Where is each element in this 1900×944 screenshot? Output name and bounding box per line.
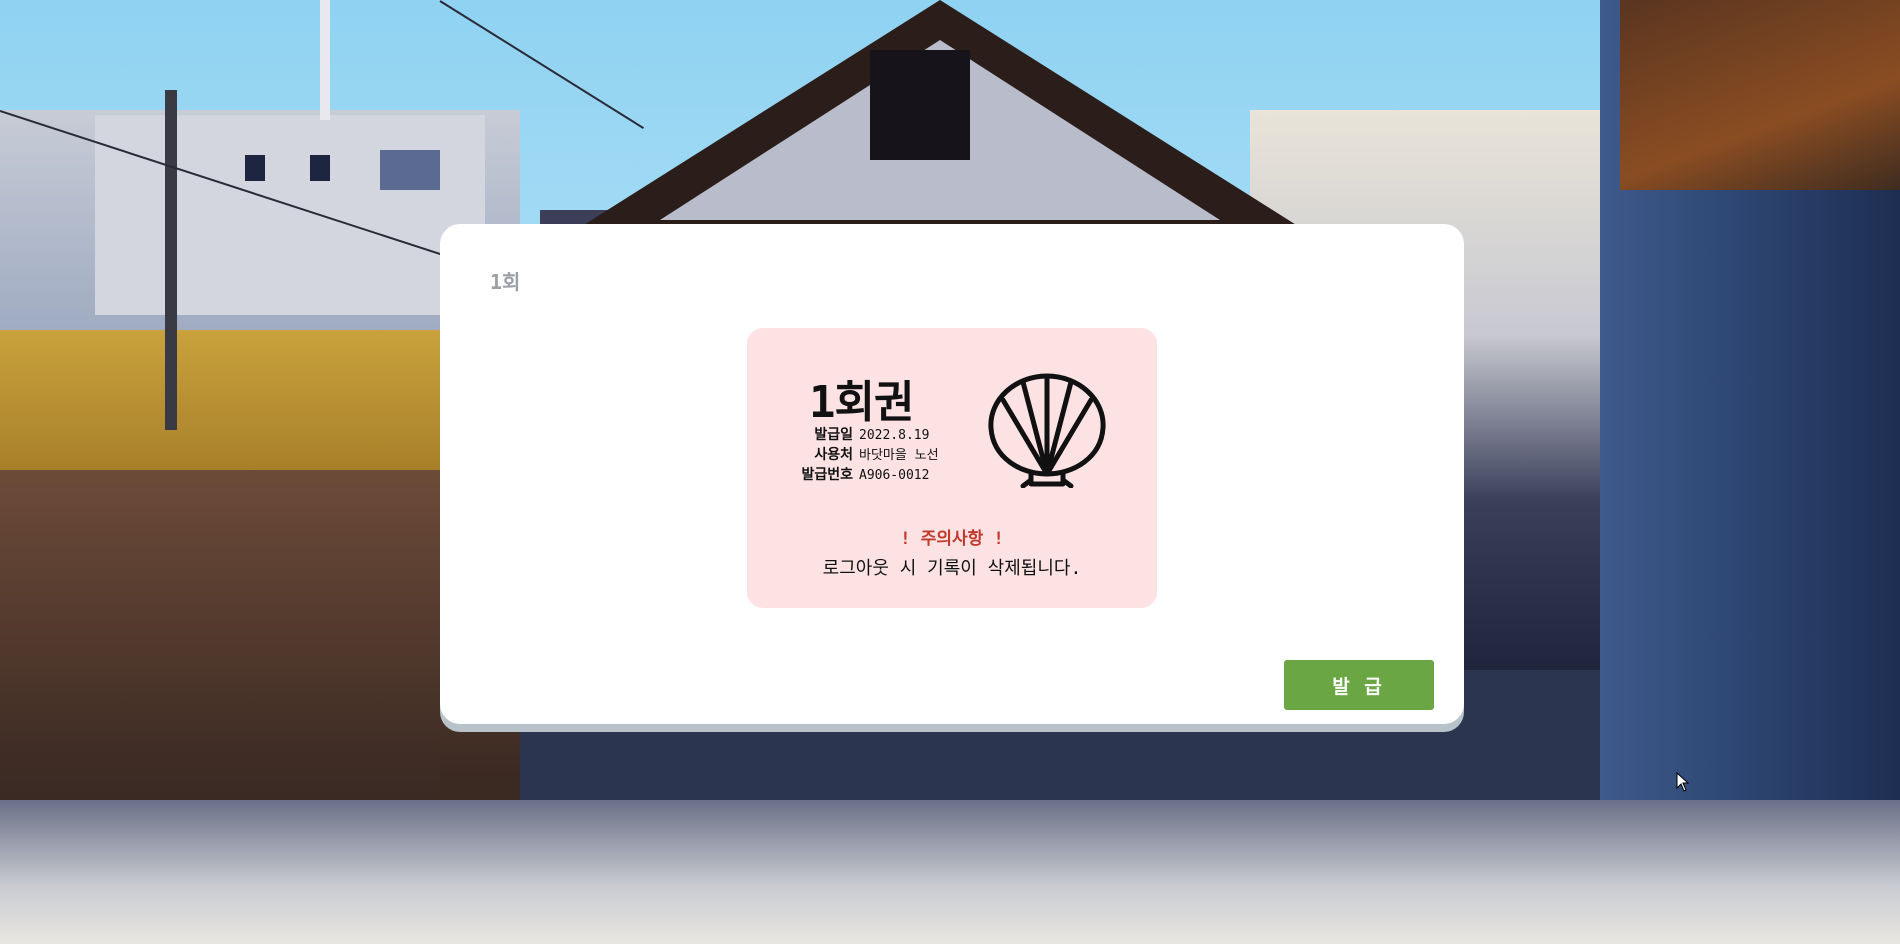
ticket-info-usage-place: 사용처 바닷마을 노선 (787, 444, 939, 464)
background-gable-window (870, 50, 970, 160)
ticket-info-issue-date: 발급일 2022.8.19 (787, 424, 929, 444)
ticket-info-value: A906-0012 (859, 468, 930, 483)
background-window (245, 155, 265, 181)
ticket-card: 1회권 발급일 2022.8.19 사용처 바닷마을 노선 발급번호 A906-001… (747, 328, 1157, 608)
shell-icon (988, 373, 1106, 488)
background-building-upper (95, 115, 485, 315)
background-window (380, 150, 440, 190)
ticket-info-label: 발급일 (814, 427, 853, 443)
mouse-cursor-icon (1676, 772, 1690, 792)
ticket-info-value: 바닷마을 노선 (859, 448, 939, 463)
ticket-issue-modal: 1회 1회권 발급일 2022.8.19 사용처 바닷마을 노선 발급번호 A906-… (440, 224, 1464, 724)
modal-title: 1회 (490, 270, 521, 294)
background-awning (0, 330, 450, 480)
caution-title: ! 주의사항 ! (900, 529, 1004, 549)
issue-button[interactable]: 발 급 (1284, 660, 1434, 710)
ticket-info-label: 발급번호 (801, 467, 853, 483)
background-utility-pole (320, 0, 330, 120)
ticket-name: 1회권 (809, 377, 914, 428)
background-roof-right (1620, 0, 1900, 190)
background-utility-pole (165, 90, 177, 430)
background-street (0, 800, 1900, 944)
ticket-info-value: 2022.8.19 (859, 428, 930, 443)
background-window (310, 155, 330, 181)
caution-text: 로그아웃 시 기록이 삭제됩니다. (822, 558, 1082, 579)
ticket-info-label: 사용처 (814, 447, 853, 463)
ticket-info-issue-number: 발급번호 A906-0012 (787, 464, 929, 484)
